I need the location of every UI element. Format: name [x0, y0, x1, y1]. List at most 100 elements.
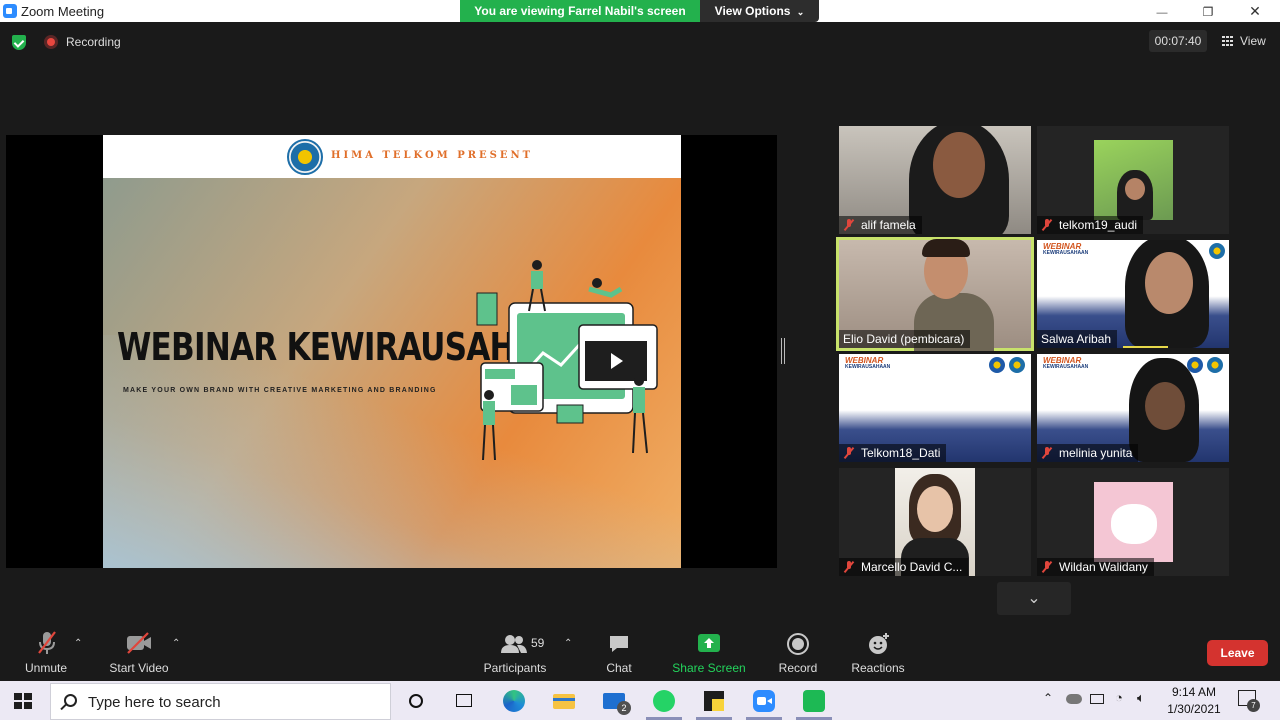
taskbar-search-box[interactable]: Type here to search	[50, 683, 391, 720]
splitter-handle[interactable]	[781, 338, 785, 364]
sticky-notes-icon[interactable]	[702, 689, 726, 713]
participant-tile[interactable]: WEBINAR KEWIRAUSAHAAN melinia yunita	[1037, 354, 1229, 462]
muted-mic-icon	[1041, 219, 1053, 231]
participants-icon	[501, 635, 527, 653]
participant-name: Telkom18_Dati	[861, 446, 941, 460]
participants-button[interactable]: 59 Participants	[478, 630, 552, 675]
pens-logo-icon	[989, 357, 1005, 373]
slide-header: HIMA TELKOM PRESENT	[103, 135, 681, 178]
muted-mic-icon	[1041, 447, 1053, 459]
minimize-icon: —	[1156, 7, 1168, 19]
muted-mic-icon	[38, 631, 56, 654]
participant-face	[1145, 252, 1193, 314]
minimize-button[interactable]: —	[1139, 0, 1185, 22]
edge-icon[interactable]	[502, 689, 526, 713]
hima-logo-icon	[1209, 243, 1225, 259]
notification-center-icon[interactable]: 7	[1238, 690, 1260, 712]
file-explorer-icon[interactable]	[552, 689, 576, 713]
wifi-icon[interactable]: ◔	[1115, 690, 1123, 705]
participant-name-tag: telkom19_audi	[1037, 216, 1144, 234]
participant-name: telkom19_audi	[1059, 218, 1138, 232]
participant-face	[933, 132, 985, 198]
banner-subtitle: KEWIRAUSAHAAN	[1043, 364, 1089, 370]
participants-label: Participants	[483, 661, 547, 675]
muted-mic-icon	[1041, 561, 1053, 573]
participant-tile[interactable]: WEBINAR KEWIRAUSAHAAN Telkom18_Dati	[839, 354, 1031, 462]
zoom-taskbar-icon[interactable]	[752, 689, 776, 713]
slide-header-text: HIMA TELKOM PRESENT	[331, 150, 534, 161]
leave-meeting-button[interactable]: Leave	[1207, 640, 1268, 666]
security-shield-icon[interactable]	[12, 35, 26, 50]
notification-badge: 7	[1247, 699, 1260, 712]
participant-face	[1125, 178, 1145, 200]
shared-slide: HIMA TELKOM PRESENT WEBINAR KEWIRAUSAHAA…	[103, 135, 681, 568]
participant-name-tag: Telkom18_Dati	[839, 444, 947, 462]
view-layout-button[interactable]: View	[1216, 30, 1272, 52]
unmute-button[interactable]: Unmute	[16, 630, 76, 675]
chevron-down-icon: ⌄	[796, 7, 805, 17]
clock-time: 9:14 AM	[1171, 685, 1217, 699]
gallery-next-page-button[interactable]: ⌄	[997, 582, 1071, 615]
reactions-button[interactable]: Reactions	[848, 630, 908, 675]
participant-name-tag: Salwa Aribah	[1037, 330, 1118, 348]
battery-icon[interactable]	[1090, 694, 1104, 704]
participant-name-tag: Marcello David C...	[839, 558, 969, 576]
close-icon: ✕	[1249, 3, 1261, 19]
share-screen-label: Share Screen	[672, 661, 746, 675]
participant-name: Marcello David C...	[861, 560, 963, 574]
onedrive-icon[interactable]	[1066, 694, 1082, 704]
spotify-icon[interactable]	[802, 689, 826, 713]
task-view-icon[interactable]	[452, 689, 476, 713]
active-speaker-tile[interactable]: Elio David (pembicara)	[836, 237, 1034, 351]
chat-label: Chat	[606, 661, 632, 675]
chat-button[interactable]: Chat	[598, 630, 640, 675]
view-options-button[interactable]: View Options ⌄	[700, 0, 819, 22]
windows-start-icon[interactable]	[14, 693, 32, 709]
start-video-button[interactable]: Start Video	[104, 630, 174, 675]
participant-name-tag: Wildan Walidany	[1037, 558, 1154, 576]
windows-taskbar: Type here to search 2 ⌃ ◔ 🔈︎ 9:14 AM 1/3…	[0, 681, 1280, 720]
participant-name: alif famela	[861, 218, 916, 232]
participant-name: Elio David (pembicara)	[843, 332, 965, 346]
participants-count: 59	[531, 636, 545, 650]
whatsapp-icon[interactable]	[652, 689, 676, 713]
record-button[interactable]: Record	[776, 630, 820, 675]
muted-mic-icon	[843, 219, 855, 231]
participants-options-caret[interactable]: ⌃	[564, 638, 572, 649]
view-label: View	[1240, 34, 1266, 48]
clock-date: 1/30/2021	[1167, 702, 1221, 716]
participant-tile[interactable]: Marcello David C...	[839, 468, 1031, 576]
share-screen-button[interactable]: Share Screen	[670, 630, 748, 675]
window-title-bar: Zoom Meeting You are viewing Farrel Nabi…	[0, 0, 1280, 22]
avatar-figure	[1111, 504, 1157, 544]
show-hidden-icons-icon[interactable]: ⌃	[1043, 691, 1053, 705]
participant-tile[interactable]: Wildan Walidany	[1037, 468, 1229, 576]
window-title: Zoom Meeting	[21, 4, 105, 19]
participant-tile[interactable]: WEBINAR KEWIRAUSAHAAN Salwa Aribah	[1037, 240, 1229, 348]
participant-name: Wildan Walidany	[1059, 560, 1148, 574]
participant-tile[interactable]: telkom19_audi	[1037, 126, 1229, 234]
participant-name-tag: alif famela	[839, 216, 922, 234]
mail-badge: 2	[617, 701, 631, 715]
unmute-label: Unmute	[24, 661, 68, 675]
participant-name: Salwa Aribah	[1041, 332, 1112, 346]
close-window-button[interactable]: ✕	[1232, 0, 1278, 22]
participant-tile[interactable]: alif famela	[839, 126, 1031, 234]
hima-logo-icon	[1207, 357, 1223, 373]
video-options-caret[interactable]: ⌃	[172, 638, 180, 649]
audio-options-caret[interactable]: ⌃	[74, 638, 82, 649]
participant-name-tag: melinia yunita	[1037, 444, 1139, 462]
participant-face	[1145, 382, 1185, 430]
muted-mic-icon	[843, 447, 855, 459]
view-options-label: View Options	[714, 4, 791, 18]
maximize-button[interactable]: ❐	[1185, 0, 1231, 22]
video-off-icon	[127, 632, 151, 654]
hima-logo-icon	[1009, 357, 1025, 373]
mail-icon[interactable]: 2	[602, 689, 631, 715]
cortana-icon[interactable]	[404, 689, 428, 713]
system-clock[interactable]: 9:14 AM 1/30/2021	[1163, 684, 1225, 718]
restore-icon: ❐	[1202, 5, 1214, 19]
muted-mic-icon	[843, 561, 855, 573]
volume-icon[interactable]: 🔈︎	[1137, 690, 1145, 706]
participant-face	[917, 486, 953, 532]
